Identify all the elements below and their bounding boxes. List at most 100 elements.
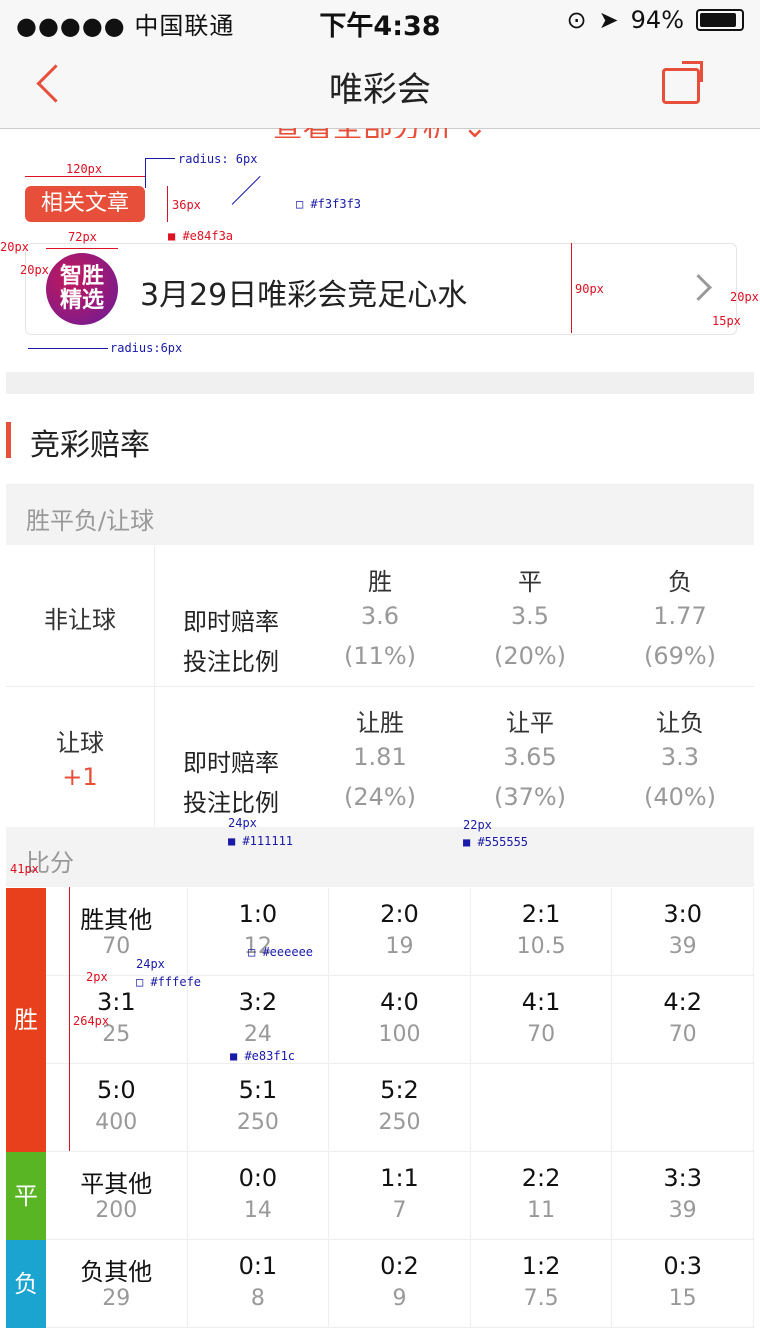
score-label: 0:2 — [380, 1252, 419, 1280]
leader-line — [145, 158, 175, 159]
odds-ratio: (24%) — [343, 783, 417, 811]
score-label: 平其他 — [80, 1170, 153, 1198]
score-cell[interactable]: 3:0 39 — [612, 888, 754, 976]
score-label: 0:1 — [238, 1252, 278, 1280]
score-cell[interactable]: 4:2 70 — [612, 976, 754, 1064]
measure-line — [25, 176, 145, 177]
odds-ratio: (40%) — [643, 783, 717, 811]
annotation-label: 72px — [68, 230, 97, 244]
score-odds: 29 — [102, 1286, 131, 1311]
score-cell[interactable]: 3:1 25 — [46, 976, 188, 1064]
score-cell[interactable]: 4:1 70 — [470, 976, 613, 1064]
location-icon: ➤ — [598, 6, 619, 34]
status-bar: ●●●●● 中国联通 下午4:38 ⊙ ➤ 94% — [0, 0, 760, 42]
score-odds: 100 — [378, 1022, 421, 1047]
score-cell[interactable]: 1:1 7 — [329, 1152, 471, 1240]
score-cell[interactable]: 0:0 14 — [187, 1152, 330, 1240]
score-cell[interactable]: 2:0 19 — [329, 888, 471, 976]
odds-rate: 1.81 — [353, 743, 407, 771]
score-label: 4:0 — [380, 988, 419, 1016]
annotation-label: 264px — [73, 1014, 110, 1028]
score-cell[interactable]: 0:1 8 — [187, 1240, 330, 1328]
odds-ratio: (69%) — [643, 642, 717, 670]
score-cell[interactable]: 5:0 400 — [46, 1064, 188, 1152]
odds-values: 胜 平 负 即时赔率 3.6 3.5 1.77 投注比例 (11%) (20%)… — [155, 546, 754, 686]
score-cell[interactable]: 胜其他 70 — [46, 888, 188, 976]
measure-line — [571, 243, 572, 333]
score-cell[interactable]: 3:3 39 — [612, 1152, 754, 1240]
annotation-label: □ #f3f3f3 — [296, 197, 362, 211]
score-odds: 250 — [378, 1110, 421, 1135]
leader-line — [28, 348, 108, 349]
battery-percent: 94% — [630, 6, 684, 34]
score-cell[interactable]: 5:1 250 — [187, 1064, 330, 1152]
score-odds: 7.5 — [523, 1286, 559, 1311]
score-cell[interactable]: 0:3 15 — [612, 1240, 754, 1328]
score-cell[interactable]: 2:2 11 — [470, 1152, 613, 1240]
annotation-label: 20px — [0, 240, 29, 254]
article-logo: 智胜 精选 — [46, 253, 118, 325]
leader-line — [231, 175, 261, 205]
score-cell[interactable]: 4:0 100 — [329, 976, 471, 1064]
annotation-label: 22px — [463, 818, 492, 832]
rate-label: 即时赔率 — [183, 749, 279, 777]
share-icon[interactable] — [662, 61, 703, 104]
odds-ratio: (11%) — [343, 642, 417, 670]
section-header: 竞彩赔率 — [6, 394, 754, 485]
view-all-analysis-link[interactable]: 查看全部分析 ⌄ — [0, 128, 760, 138]
score-cell[interactable]: 平其他 200 — [46, 1152, 188, 1240]
article-title: 3月29日唯彩会竞足心水 — [140, 278, 468, 313]
odds-subheader: 胜平负/让球 — [6, 485, 754, 545]
score-odds: 39 — [668, 1198, 697, 1223]
annotation-label: radius: 6px — [178, 152, 258, 166]
score-label: 0:0 — [238, 1164, 278, 1192]
odds-header: 负 — [668, 568, 692, 596]
odds-header: 让平 — [506, 709, 554, 737]
measure-line — [167, 186, 168, 222]
odds-row-handicap: 让球 +1 让胜 让平 让负 即时赔率 1.81 3.65 3.3 投注比例 (… — [6, 687, 754, 828]
measure-line — [69, 887, 70, 1151]
score-group-label: 胜 — [6, 888, 46, 1152]
score-cell[interactable]: 2:1 10.5 — [470, 888, 613, 976]
page-title: 唯彩会 — [329, 70, 431, 110]
odds-header: 胜 — [368, 568, 392, 596]
score-odds: 70 — [527, 1022, 556, 1047]
ratio-label: 投注比例 — [183, 648, 279, 676]
lock-rotation-icon: ⊙ — [566, 6, 587, 34]
score-odds: 200 — [95, 1198, 138, 1223]
odds-row-no-handicap: 非让球 胜 平 负 即时赔率 3.6 3.5 1.77 投注比例 (11%) (… — [6, 546, 754, 687]
annotation-label: ■ #555555 — [463, 835, 529, 849]
score-cell[interactable]: 0:2 9 — [329, 1240, 471, 1328]
score-label: 0:3 — [663, 1252, 702, 1280]
annotation-label: radius:6px — [110, 341, 183, 355]
odds-type: 非让球 — [6, 546, 155, 686]
score-label: 3:1 — [96, 988, 136, 1016]
odds-ratio: (20%) — [493, 642, 567, 670]
score-label: 5:1 — [238, 1076, 278, 1104]
score-cell[interactable]: 5:2 250 — [329, 1064, 471, 1152]
annotation-label: 24px — [136, 957, 165, 971]
score-odds: 7 — [392, 1198, 407, 1223]
score-label: 3:3 — [663, 1164, 702, 1192]
score-cell[interactable]: 1:2 7.5 — [470, 1240, 613, 1328]
article-card[interactable]: 智胜 精选 3月29日唯彩会竞足心水 — [25, 243, 737, 335]
annotation-label: 36px — [172, 198, 201, 212]
score-group-label: 负 — [6, 1240, 46, 1328]
score-label: 2:2 — [521, 1164, 561, 1192]
score-cell[interactable]: 负其他 29 — [46, 1240, 188, 1328]
score-cell — [470, 1064, 613, 1152]
score-label: 2:1 — [521, 900, 561, 928]
handicap-value: +1 — [62, 763, 98, 791]
score-odds: 400 — [95, 1110, 138, 1135]
score-cell[interactable]: 1:0 12 — [187, 888, 330, 976]
score-odds: 70 — [102, 934, 131, 959]
annotation-label: 90px — [575, 282, 604, 296]
score-odds: 8 — [250, 1286, 265, 1311]
status-right: ⊙ ➤ 94% — [566, 6, 744, 34]
odds-rate: 1.77 — [653, 602, 707, 630]
score-odds: 9 — [392, 1286, 407, 1311]
measure-line — [46, 248, 118, 249]
score-label: 5:0 — [96, 1076, 136, 1104]
score-label: 3:2 — [238, 988, 278, 1016]
score-label: 胜其他 — [80, 906, 153, 934]
